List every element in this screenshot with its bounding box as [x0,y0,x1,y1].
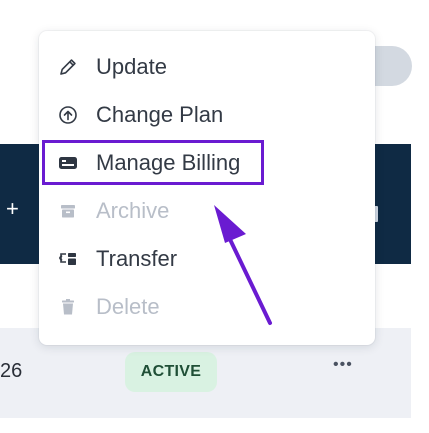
menu-item-label: Transfer [96,246,178,271]
status-badge: ACTIVE [125,352,217,392]
annotation-arrow-icon [214,205,272,325]
menu-item-transfer[interactable]: Transfer [39,239,375,279]
menu-item-label: Update [96,54,167,79]
row-actions-more-button[interactable]: ••• [333,356,353,374]
actions-dropdown-menu: Update Change Plan Manage Billing Archiv… [39,31,375,345]
highlight-annotation-box [42,140,264,185]
transfer-icon [57,248,79,270]
pencil-icon [57,56,79,78]
archive-icon [57,200,79,222]
menu-item-label: Archive [96,198,170,223]
menu-item-update[interactable]: Update [39,47,375,87]
plus-icon[interactable]: + [6,198,19,220]
menu-item-label: Delete [96,294,160,319]
arrow-up-circle-icon [57,104,79,126]
row-number: 26 [0,360,23,382]
menu-item-archive[interactable]: Archive [39,191,375,231]
trash-icon [57,296,79,318]
menu-item-change-plan[interactable]: Change Plan [39,95,375,135]
menu-item-delete[interactable]: Delete [39,287,375,327]
menu-item-label: Change Plan [96,102,224,127]
